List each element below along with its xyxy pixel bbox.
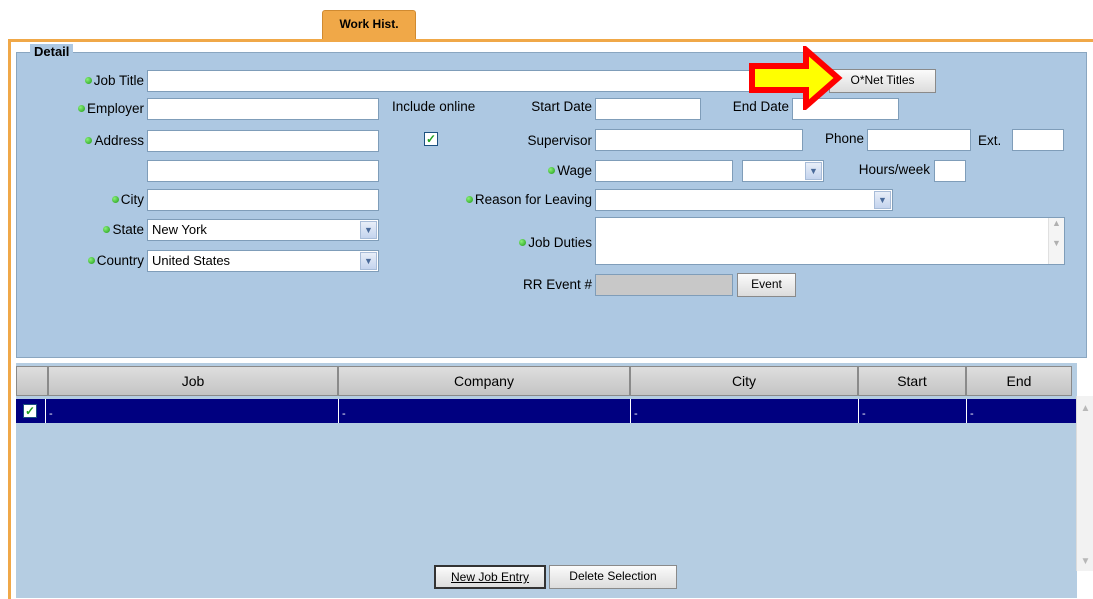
country-label: Country xyxy=(40,250,144,272)
cell-company: - xyxy=(342,408,346,420)
city-input[interactable] xyxy=(147,189,379,211)
include-online-checkbox[interactable]: ✓ xyxy=(424,132,438,146)
required-icon xyxy=(84,77,92,84)
ext-input[interactable] xyxy=(1012,129,1064,151)
required-icon xyxy=(103,226,111,233)
start-date-label: Start Date xyxy=(531,99,592,114)
right-arrow-icon xyxy=(749,46,843,110)
address-line2-input[interactable] xyxy=(147,160,379,182)
grid-header-city[interactable]: City xyxy=(630,366,858,396)
detail-legend: Detail xyxy=(30,44,74,59)
include-online-label: Include online xyxy=(392,99,476,114)
grid-header-end[interactable]: End xyxy=(966,366,1072,396)
state-select[interactable]: New York ▼ xyxy=(147,219,379,241)
chevron-down-icon: ▼ xyxy=(805,162,822,180)
rr-event-input xyxy=(595,274,733,296)
scroll-down-icon[interactable]: ▼ xyxy=(1077,553,1093,571)
reason-for-leaving-label: Reason for Leaving xyxy=(420,189,592,211)
employer-label: Employer xyxy=(40,98,144,120)
required-icon xyxy=(77,105,85,112)
row-select-checkbox[interactable]: ✓ xyxy=(23,404,37,418)
wage-period-select[interactable]: ▼ xyxy=(742,160,824,182)
city-label: City xyxy=(40,189,144,211)
job-duties-label: Job Duties xyxy=(450,232,592,254)
cell-city: - xyxy=(634,408,638,420)
cell-end: - xyxy=(970,408,974,420)
required-icon xyxy=(519,239,527,246)
grid-header-start[interactable]: Start xyxy=(858,366,966,396)
required-icon xyxy=(85,137,93,144)
job-duties-textarea[interactable]: ▲ ▼ xyxy=(595,217,1065,265)
required-icon xyxy=(548,167,556,174)
delete-selection-button[interactable]: Delete Selection xyxy=(549,565,677,589)
employer-input[interactable] xyxy=(147,98,379,120)
state-label: State xyxy=(40,219,144,241)
country-select[interactable]: United States ▼ xyxy=(147,250,379,272)
grid-header-select xyxy=(16,366,48,396)
required-icon xyxy=(87,257,95,264)
reason-for-leaving-select[interactable]: ▼ xyxy=(595,189,893,211)
cell-start: - xyxy=(862,408,866,420)
chevron-down-icon: ▼ xyxy=(874,191,891,209)
wage-input[interactable] xyxy=(595,160,733,182)
grid-header-job[interactable]: Job xyxy=(48,366,338,396)
rr-event-label: RR Event # xyxy=(522,277,592,292)
start-date-input[interactable] xyxy=(595,98,701,120)
new-job-entry-button[interactable]: New Job Entry xyxy=(434,565,546,589)
event-button[interactable]: Event xyxy=(737,273,796,297)
job-title-label: Job Title xyxy=(40,70,144,92)
state-value: New York xyxy=(152,222,207,237)
grid-scrollbar[interactable]: ▲ ▼ xyxy=(1076,396,1093,571)
wage-label: Wage xyxy=(480,160,592,182)
address-line1-input[interactable] xyxy=(147,130,379,152)
tab-work-history[interactable]: Work Hist. xyxy=(322,10,416,41)
scroll-up-icon[interactable]: ▲ xyxy=(1077,400,1093,418)
chevron-down-icon: ▼ xyxy=(360,221,377,239)
cell-job: - xyxy=(49,408,53,420)
ext-label: Ext. xyxy=(978,133,1002,148)
country-value: United States xyxy=(152,253,231,268)
grid-header-company[interactable]: Company xyxy=(338,366,630,396)
textarea-scrollbar[interactable]: ▲ ▼ xyxy=(1048,218,1064,264)
phone-input[interactable] xyxy=(867,129,971,151)
hours-per-week-input[interactable] xyxy=(934,160,966,182)
required-icon xyxy=(465,196,473,203)
required-icon xyxy=(111,196,119,203)
address-label: Address xyxy=(40,130,144,152)
phone-label: Phone xyxy=(824,131,864,146)
job-title-input[interactable] xyxy=(147,70,827,92)
supervisor-label: Supervisor xyxy=(527,133,592,148)
hours-per-week-label: Hours/week xyxy=(858,162,930,177)
supervisor-input[interactable] xyxy=(595,129,803,151)
chevron-down-icon: ▼ xyxy=(360,252,377,270)
onet-titles-button[interactable]: O*Net Titles xyxy=(829,69,936,93)
